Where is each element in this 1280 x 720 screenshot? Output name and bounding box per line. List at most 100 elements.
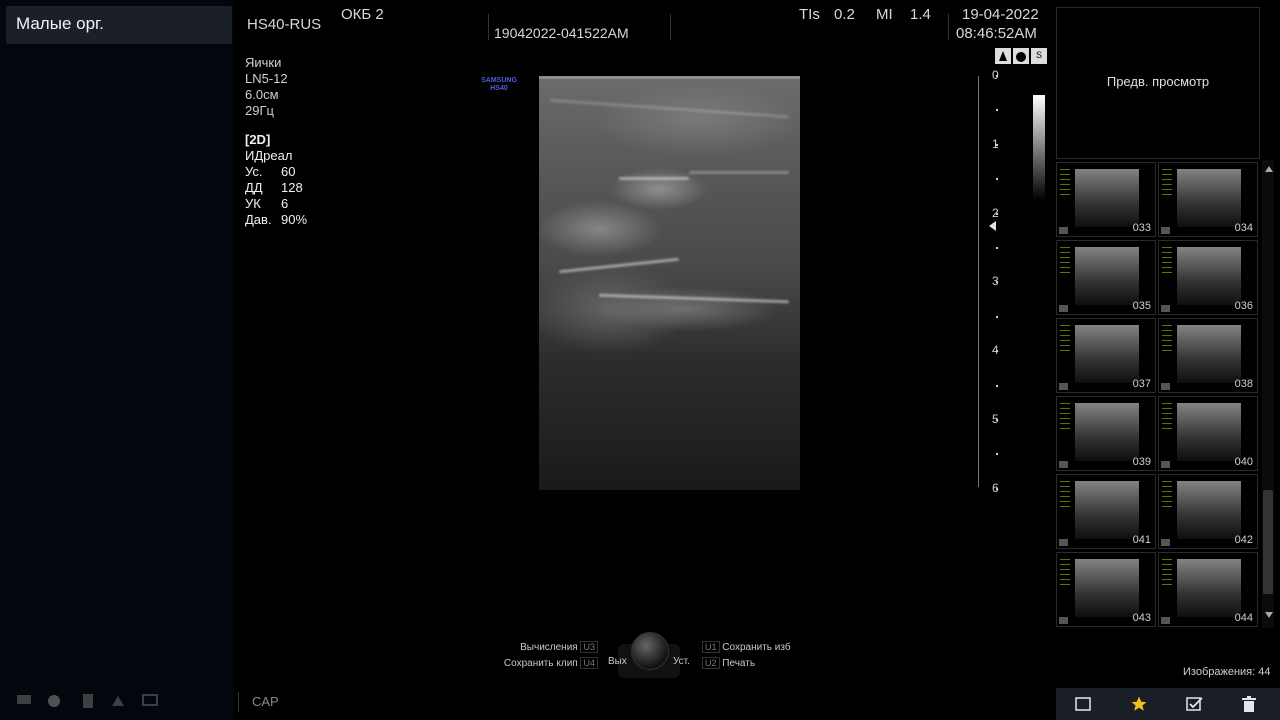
focus-marker[interactable] [989, 221, 996, 232]
thumbnail-image [1177, 247, 1241, 305]
samsung-logo: SAMSUNG HS40 [481, 77, 517, 92]
scroll-up-arrow[interactable] [1265, 166, 1273, 172]
tissue-echo [619, 177, 689, 180]
thumbnail[interactable]: 037 [1056, 318, 1156, 393]
document-icon [83, 694, 93, 708]
thumbnail-image [1075, 247, 1139, 305]
thumbnail-image [1177, 559, 1241, 617]
trackball[interactable] [631, 632, 669, 670]
depth-tick-dot [996, 281, 998, 284]
tissue-echo [599, 293, 789, 304]
trash-icon [1242, 696, 1256, 712]
thumbnail[interactable]: 035 [1056, 240, 1156, 315]
thumbnail[interactable]: 041 [1056, 474, 1156, 549]
thumbnail-number: 037 [1132, 378, 1151, 390]
thumbnail-marker [1161, 305, 1170, 312]
thumbnail-marker [1059, 617, 1068, 624]
thumbnail-image [1075, 403, 1139, 461]
depth-label: 6.0см [245, 87, 279, 102]
thumbnail-number: 038 [1234, 378, 1253, 390]
thumbnail-image [1177, 403, 1241, 461]
thumbnail-info [1162, 403, 1172, 433]
thumbnail[interactable]: 040 [1158, 396, 1258, 471]
monitor-icon [17, 695, 31, 704]
thumbnail-number: 036 [1234, 300, 1253, 312]
thumbnail-info [1162, 481, 1172, 511]
scroll-down-arrow[interactable] [1265, 612, 1273, 618]
thumbnail[interactable]: 038 [1158, 318, 1258, 393]
thumbnail[interactable]: 034 [1158, 162, 1258, 237]
thumbnail-info [1162, 169, 1172, 199]
param-row: ДД 128 [245, 180, 303, 195]
thumbnail-number: 034 [1234, 222, 1253, 234]
record-icon [48, 695, 60, 707]
depth-tick-dot [996, 75, 998, 77]
preset-label: Малые орг. [16, 14, 104, 33]
thumbnail-number: 043 [1132, 612, 1151, 624]
square-icon [1075, 697, 1091, 711]
thumbnail-marker [1059, 539, 1068, 546]
divider [488, 14, 489, 40]
thumbnail-info [1162, 325, 1172, 355]
select-all-button[interactable] [1168, 688, 1222, 720]
mode-params: [2D] ИДреал Ус. 60 ДД 128 УК 6 Дав. 90% [245, 132, 307, 228]
mode-icons: S [995, 48, 1047, 64]
set-label[interactable]: Уст. [673, 656, 690, 667]
param-row: Ус. 60 [245, 164, 296, 179]
thumbnail-number: 040 [1234, 456, 1253, 468]
thumbnail-marker [1059, 461, 1068, 468]
thumbnail-info [1060, 559, 1070, 589]
divider [948, 14, 949, 40]
thumbnail-info [1162, 559, 1172, 589]
thumbnail[interactable]: 044 [1158, 552, 1258, 627]
depth-tick-dot [996, 487, 998, 490]
ultrasound-image[interactable] [539, 76, 800, 490]
probe-label: LN5-12 [245, 71, 288, 86]
mi-value: 1.4 [910, 6, 931, 23]
calc-control[interactable]: Вычисления U3 [500, 641, 598, 653]
network-icon [112, 696, 124, 706]
thumbnail[interactable]: 039 [1056, 396, 1156, 471]
thumbnail[interactable]: 033 [1056, 162, 1156, 237]
thumbnail-marker [1059, 227, 1068, 234]
thumbnail-marker [1161, 539, 1170, 546]
thumbnail-number: 042 [1234, 534, 1253, 546]
thumbnail-info [1060, 325, 1070, 355]
depth-tick-dot [996, 350, 998, 353]
depth-tick-dot [996, 212, 998, 215]
thumbnail[interactable]: 043 [1056, 552, 1156, 627]
exit-label[interactable]: Вых [608, 656, 627, 667]
preview-label: Предв. просмотр [1106, 74, 1210, 89]
print-control[interactable]: U2 Печать [702, 657, 755, 669]
patient-id: 19042022-041522AM [494, 25, 629, 41]
thumbnail-marker [1161, 617, 1170, 624]
depth-minor-dot [996, 178, 998, 181]
favorite-button[interactable] [1112, 688, 1166, 720]
thumbnail-info [1060, 169, 1070, 199]
thumbnail[interactable]: 042 [1158, 474, 1258, 549]
preview-box[interactable]: Предв. просмотр [1056, 7, 1260, 159]
thumbnail-image [1075, 169, 1139, 227]
images-count: Изображения: 44 [1183, 666, 1271, 678]
thumbnail-toolbar [1056, 688, 1280, 720]
star-icon [1131, 696, 1147, 711]
mode-preset: ИДреал [245, 148, 293, 163]
thumbnail-marker [1161, 383, 1170, 390]
depth-minor-dot [996, 453, 998, 456]
save-image-control[interactable]: U1 Сохранить изб [702, 641, 791, 653]
depth-minor-dot [996, 384, 998, 387]
thumbnail-image [1177, 325, 1241, 383]
thumbnail-number: 041 [1132, 534, 1151, 546]
thumbnail[interactable]: 036 [1158, 240, 1258, 315]
thumbnail-marker [1161, 461, 1170, 468]
grayscale-bar [1033, 95, 1045, 200]
depth-minor-dot [996, 109, 998, 112]
scrollbar-thumb[interactable] [1263, 490, 1273, 594]
tis-label: TIs [799, 6, 820, 23]
depth-tick-dot [996, 419, 998, 421]
delete-button[interactable] [1222, 688, 1276, 720]
thumbnail-marker [1059, 383, 1068, 390]
save-clip-control[interactable]: Сохранить клип U4 [490, 657, 598, 669]
select-none-button[interactable] [1056, 688, 1110, 720]
mi-label: MI [876, 6, 893, 23]
